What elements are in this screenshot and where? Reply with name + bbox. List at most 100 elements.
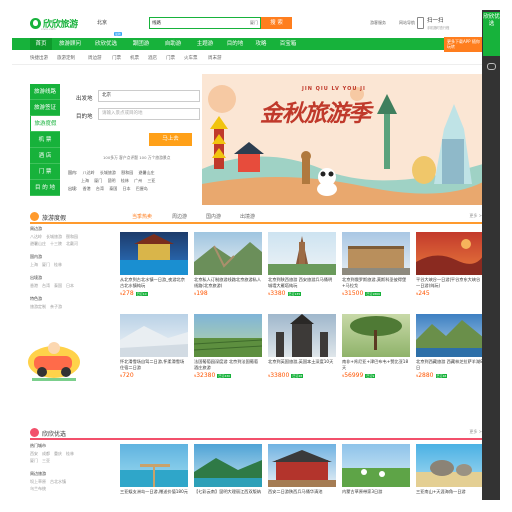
nav-consultant[interactable]: 旅游顾问 — [54, 38, 86, 50]
float-selection-button[interactable]: 欣欣优选 — [483, 12, 500, 56]
city-selector[interactable]: 北京 — [97, 19, 107, 26]
dest-link[interactable]: 厦门 — [94, 177, 102, 185]
dest-link[interactable]: 长城旅游 — [100, 169, 116, 177]
subnav-item[interactable]: 周末游 — [208, 55, 222, 61]
subnav-item[interactable]: 机票 — [130, 55, 139, 61]
dest-link[interactable]: 巴厘岛 — [136, 185, 148, 193]
filter-link[interactable]: 桂林 — [54, 262, 62, 267]
tab-visa[interactable]: 旅游签证 — [30, 100, 60, 116]
wechat-icon[interactable] — [487, 63, 496, 70]
nav-group-tour[interactable]: 跟团游 — [126, 38, 156, 50]
filter-link[interactable]: 厦门 — [30, 458, 38, 463]
to-input[interactable]: 请输入景点或目的地 — [98, 108, 200, 120]
filter-link[interactable]: 重庆 — [54, 451, 62, 456]
subnav-item[interactable]: 门票 — [166, 55, 175, 61]
filter-link[interactable]: 古北水镇 — [50, 479, 66, 484]
more-link[interactable]: 更多 > — [469, 213, 482, 219]
subnav-item[interactable]: 火车票 — [184, 55, 198, 61]
filter-link[interactable]: 八达岭 — [30, 234, 42, 239]
dest-link[interactable]: 避暑山庄 — [138, 169, 154, 177]
filter-link[interactable]: 三亚 — [42, 458, 50, 463]
product-card[interactable]: 怀北滑雪场自驾二日游,怀柔滑雪场住宿二日游 ¥720 — [120, 314, 188, 392]
more-link[interactable]: 更多 > — [469, 429, 482, 435]
dest-link[interactable]: 八达岭 — [83, 169, 95, 177]
dest-link[interactable]: 上海 — [81, 177, 89, 185]
product-card[interactable]: 西安二日游陕西兵马俑华清池 — [268, 444, 336, 510]
dest-link[interactable]: 桂林 — [121, 177, 129, 185]
product-card[interactable]: 平谷大峡谷一日游|平谷京东大峡谷一日游(纯玩) ¥245 — [416, 232, 484, 310]
filter-link[interactable]: 香港 — [30, 283, 38, 288]
search-location[interactable]: 厦门 — [250, 20, 260, 26]
tab-outbound[interactable]: 出境游 — [240, 213, 255, 220]
nav-selection[interactable]: 欣欣优选 — [90, 38, 122, 50]
app-qr[interactable]: 扫一扫 手机随时查行程 — [417, 16, 483, 32]
dest-link[interactable]: 泰国 — [109, 185, 117, 193]
app-download-button[interactable]: 更多下载APP 随你玩转 — [444, 37, 484, 52]
dest-link[interactable]: 昆明 — [108, 177, 116, 185]
subnav-item[interactable]: 旅游定制 — [57, 55, 75, 61]
filter-link[interactable]: 乌兰布统 — [30, 486, 46, 491]
subnav-item[interactable]: 门票 — [112, 55, 121, 61]
promo-banner[interactable]: JIN QIU LV YOU JI 金秋旅游季 — [202, 74, 483, 205]
filter-link[interactable]: 颐和园 — [66, 234, 78, 239]
product-card[interactable]: 北京私人订制旅游线路北京旅游私人线路(北京旅游) ¥198 — [194, 232, 262, 310]
site-logo[interactable]: 欣欣旅游 — [30, 15, 82, 31]
filter-link[interactable]: 坝上草原 — [30, 479, 46, 484]
search-input[interactable] — [168, 18, 250, 28]
tab-routes[interactable]: 旅游线路 — [30, 84, 60, 100]
product-card[interactable]: 三亚蜈支洲岛一日游,赠送价值180元 — [120, 444, 188, 510]
from-input[interactable]: 北京 — [98, 90, 200, 102]
tab-destination[interactable]: 目 的 地 — [30, 180, 60, 196]
product-card[interactable]: 北京到英国旅游,英国本土深度10天 ¥33800 已订28 — [268, 314, 336, 392]
subnav-item[interactable]: 周边游 — [88, 55, 102, 61]
nav-home[interactable]: 首页 — [30, 38, 52, 50]
filter-link[interactable]: 北戴河 — [66, 241, 78, 246]
product-card[interactable]: 从北京到古北水镇一日游_夜游北京古北水镇纯玩 ¥278 已订10 — [120, 232, 188, 310]
filter-link[interactable]: 旅游定制 — [30, 304, 46, 309]
product-card[interactable]: 内蒙古草原带家3日游 — [342, 444, 410, 510]
nav-self-tour[interactable]: 自助游 — [158, 38, 188, 50]
product-card[interactable]: 【七彩云南】昆明大理丽江西双版纳 — [194, 444, 262, 510]
go-button[interactable]: 马上去 — [149, 133, 192, 146]
search-button[interactable]: 搜 索 — [261, 17, 292, 29]
subnav-item[interactable]: 酒店 — [148, 55, 157, 61]
filter-link[interactable]: 西安 — [30, 451, 38, 456]
dest-link[interactable]: 三亚 — [147, 177, 155, 185]
nav-destination[interactable]: 目的地 — [222, 38, 248, 50]
nav-toolbox[interactable]: 百宝箱 — [274, 38, 302, 50]
dest-link[interactable]: 日本 — [122, 185, 130, 193]
product-card[interactable]: 北京到陕西旅游 西安旅游兵马俑明城墙大雁塔纯玩 ¥3380 已订135 — [268, 232, 336, 310]
filter-link[interactable]: 台湾 — [42, 283, 50, 288]
subnav-item[interactable]: 快捷出游 — [30, 55, 48, 61]
tab-vacation[interactable]: 旅游度假 — [30, 116, 60, 132]
tab-flights[interactable]: 机 票 — [30, 132, 60, 148]
filter-link[interactable]: 避暑山庄 — [30, 241, 46, 246]
header-link-sitemap[interactable]: 网站导航 — [399, 20, 415, 26]
filter-link[interactable]: 桂林 — [66, 451, 74, 456]
filter-link[interactable]: 泰国 — [54, 283, 62, 288]
nav-guide[interactable]: 攻略 — [250, 38, 272, 50]
filter-link[interactable]: 长城旅游 — [46, 234, 62, 239]
dest-link[interactable]: 香港 — [83, 185, 91, 193]
tab-nearby[interactable]: 周边游 — [172, 213, 187, 220]
filter-link[interactable]: 十三陵 — [50, 241, 62, 246]
search-category[interactable]: 线路 — [150, 20, 168, 26]
dest-link[interactable]: 台湾 — [96, 185, 104, 193]
tab-hotels[interactable]: 酒 店 — [30, 148, 60, 164]
header-link-service[interactable]: 游客服务 — [370, 20, 386, 26]
filter-link[interactable]: 成都 — [42, 451, 50, 456]
dest-link[interactable]: 颐和园 — [121, 169, 133, 177]
tab-domestic[interactable]: 国内游 — [206, 213, 221, 220]
filter-link[interactable]: 上海 — [30, 262, 38, 267]
product-card[interactable]: 北京到西藏旅游 西藏林芝拉萨羊湖8日 ¥2880 已订48 — [416, 314, 484, 392]
product-card[interactable]: 三亚南山+天涯海角一日游 — [416, 444, 484, 510]
filter-link[interactable]: 日本 — [66, 283, 74, 288]
tab-tickets[interactable]: 门 票 — [30, 164, 60, 180]
product-card[interactable]: 南非+肯尼亚+津巴布韦+赞比亚18天 ¥56999 已订9 — [342, 314, 410, 392]
dest-link[interactable]: 广州 — [134, 177, 142, 185]
filter-link[interactable]: 亲子游 — [50, 304, 62, 309]
product-card[interactable]: 北京到俄罗斯旅游,莫斯科圣彼得堡+马拉戈 ¥31500 已订1869 — [342, 232, 410, 310]
nav-theme-tour[interactable]: 主题游 — [190, 38, 220, 50]
filter-link[interactable]: 厦门 — [42, 262, 50, 267]
tab-season-hot[interactable]: 当季热卖 — [132, 213, 152, 220]
